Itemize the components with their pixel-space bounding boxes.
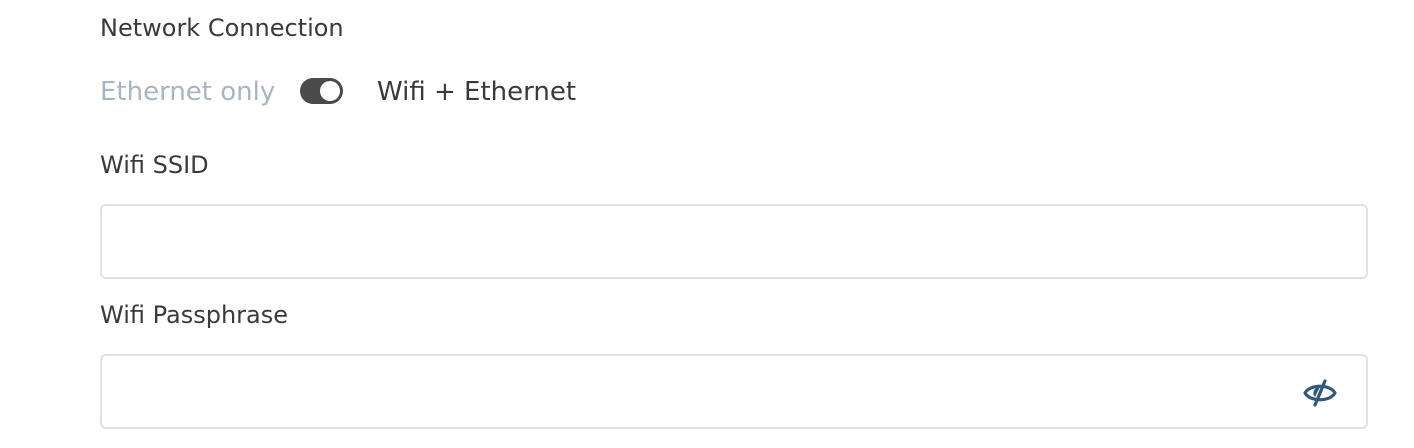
wifi-ssid-label: Wifi SSID [100, 151, 209, 179]
wifi-passphrase-field[interactable] [100, 354, 1368, 429]
network-connection-toggle[interactable] [300, 78, 343, 104]
wifi-passphrase-label: Wifi Passphrase [100, 301, 289, 329]
wifi-ssid-field[interactable] [100, 204, 1368, 279]
network-connection-toggle-row: Ethernet only Wifi + Ethernet [100, 72, 700, 112]
eye-slash-icon[interactable] [1302, 378, 1338, 408]
ethernet-only-option[interactable]: Ethernet only [100, 75, 275, 109]
wifi-ssid-input[interactable] [118, 206, 1292, 277]
wifi-ethernet-option[interactable]: Wifi + Ethernet [377, 75, 576, 109]
wifi-passphrase-input[interactable] [118, 356, 1292, 427]
network-connection-label: Network Connection [100, 14, 344, 42]
toggle-knob [320, 81, 340, 101]
